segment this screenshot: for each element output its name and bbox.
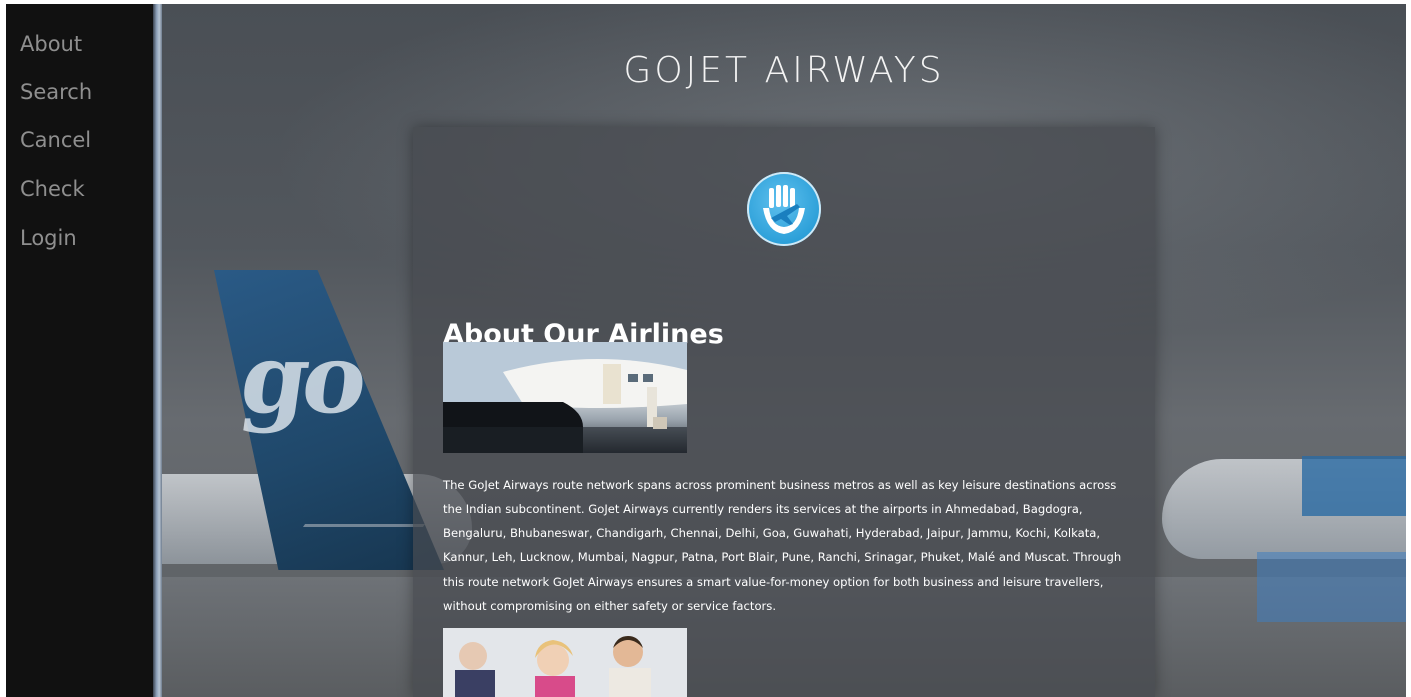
- about-paragraph: The GoJet Airways route network spans ac…: [443, 477, 1122, 614]
- nav-item-cancel[interactable]: Cancel: [20, 127, 91, 153]
- about-panel: About Our Airlines The GoJet Airways rou…: [413, 127, 1155, 697]
- nav-item-about[interactable]: About: [20, 31, 82, 57]
- logo-glyph: [763, 185, 805, 234]
- ground-vehicle: [1257, 552, 1406, 622]
- site-title: GOJET AIRWAYS: [623, 50, 945, 91]
- passengers-illustration: [443, 628, 687, 697]
- nav-item-search[interactable]: Search: [20, 79, 92, 105]
- airline-logo-icon: [747, 172, 821, 246]
- nav-item-check[interactable]: Check: [20, 176, 85, 202]
- jet-illustration: [443, 342, 687, 453]
- passengers-photo: [443, 628, 687, 697]
- sidebar-nav: About Search Cancel Check Login: [6, 4, 153, 697]
- aircraft-right-tail: [1302, 456, 1406, 516]
- tail-logo-text: go: [234, 322, 370, 435]
- sidebar-divider: [153, 4, 162, 697]
- nav-item-login[interactable]: Login: [20, 225, 77, 251]
- private-jet-photo: [443, 342, 687, 453]
